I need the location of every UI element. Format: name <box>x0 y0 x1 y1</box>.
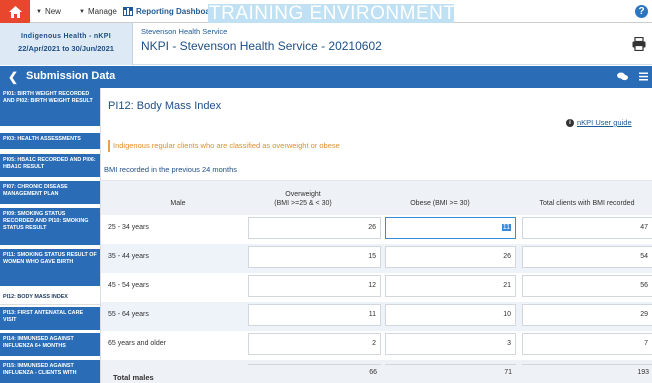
sidebar-item-pi07[interactable]: PI07: Chronic disease management plan <box>0 181 100 204</box>
dashboard-icon <box>123 7 133 16</box>
totals-row: Total males 66 71 193 <box>101 360 652 383</box>
total-input[interactable]: 7 <box>522 333 652 355</box>
overweight-input[interactable]: 11 <box>248 304 381 326</box>
table-row: 25 - 34 years 26 11 47 <box>101 215 652 244</box>
sidebar-item-pi09[interactable]: PI09: Smoking status recorded and PI10: … <box>0 208 100 245</box>
indicator-description: Indigenous regular clients who are class… <box>108 140 340 152</box>
table-row: 65 years and older 2 3 7 <box>101 331 652 360</box>
overweight-input[interactable]: 26 <box>248 217 381 239</box>
sidebar-item-pi05[interactable]: PI05: HbA1c recorded and PI06: HbA1c res… <box>0 154 100 177</box>
column-header-group: Male <box>170 200 186 207</box>
sidebar-item-pi12[interactable]: PI12: Body mass index <box>0 289 100 305</box>
reporting-dashboard-label: Reporting Dashboard <box>136 7 218 16</box>
row-label: 35 - 44 years <box>108 253 149 260</box>
new-menu[interactable]: ▼ New <box>36 0 61 23</box>
overweight-input[interactable]: 15 <box>248 246 381 268</box>
overweight-input[interactable]: 12 <box>248 275 381 297</box>
row-label: 65 years and older <box>108 340 166 347</box>
manage-menu-label: Manage <box>87 7 117 16</box>
section-title: Submission Data <box>26 70 116 82</box>
row-label: 25 - 34 years <box>108 224 149 231</box>
sidebar-item-pi13[interactable]: PI13: First antenatal care visit <box>0 307 100 330</box>
total-input[interactable]: 54 <box>522 246 652 268</box>
obese-input[interactable]: 10 <box>385 304 516 326</box>
indicator-sidebar: PI01: Birth weight recorded and PI02: Bi… <box>0 88 100 383</box>
hamburger-menu-icon[interactable] <box>639 72 648 81</box>
home-icon <box>8 5 22 18</box>
collection-name: Indigenous Health - nKPI <box>20 33 112 40</box>
sidebar-item-pi14[interactable]: PI14: Immunised against influenza 6+ mon… <box>0 333 100 356</box>
sidebar-item-pi11[interactable]: PI11: Smoking status result of women who… <box>0 249 100 286</box>
home-button[interactable] <box>0 0 30 23</box>
submission-title: NKPI - Stevenson Health Service - 202106… <box>141 39 382 53</box>
reporting-dashboard-button[interactable]: Reporting Dashboard <box>123 0 218 23</box>
new-menu-label: New <box>44 7 61 16</box>
manage-menu[interactable]: ▼ Manage <box>79 0 117 23</box>
collection-info: Indigenous Health - nKPI 22/Apr/2021 to … <box>0 23 133 65</box>
back-chevron-icon[interactable]: ❮ <box>8 70 18 84</box>
user-guide-link-label: nKPI User guide <box>577 118 632 127</box>
obese-input[interactable]: 26 <box>385 246 516 268</box>
sidebar-item-pi03[interactable]: PI03: Health assessments <box>0 133 100 149</box>
total-input[interactable]: 29 <box>522 304 652 326</box>
bmi-note: BMI recorded in the previous 24 months <box>104 165 237 174</box>
column-header-overweight: Overweight (BMI >=25 & < 30) <box>248 190 358 208</box>
totals-label: Total males <box>113 373 154 382</box>
row-label: 55 - 64 years <box>108 311 149 318</box>
organisation-name: Stevenson Health Service <box>141 27 228 36</box>
collection-period: 22/Apr/2021 to 30/Jun/2021 <box>18 44 114 53</box>
column-header-overweight-line1: Overweight <box>285 191 321 198</box>
total-input[interactable]: 47 <box>522 217 652 239</box>
submission-header: Indigenous Health - nKPI 22/Apr/2021 to … <box>0 23 652 65</box>
total-input[interactable]: 56 <box>522 275 652 297</box>
user-guide-link[interactable]: i nKPI User guide <box>566 118 632 127</box>
total-obese-value: 71 <box>385 364 516 383</box>
obese-input-value: 11 <box>501 224 511 231</box>
row-label: 45 - 54 years <box>108 282 149 289</box>
caret-down-icon: ▼ <box>36 8 42 15</box>
total-clients-value: 193 <box>522 364 652 383</box>
sidebar-item-pi01[interactable]: PI01: Birth weight recorded and PI02: Bi… <box>0 88 100 126</box>
info-icon: i <box>566 118 574 127</box>
main-content: PI12: Body Mass Index i nKPI User guide … <box>100 88 652 383</box>
table-row: 35 - 44 years 15 26 54 <box>101 244 652 273</box>
submission-info: Stevenson Health Service NKPI - Stevenso… <box>141 27 382 53</box>
training-environment-banner: TRAINING ENVIRONMENT <box>208 3 456 24</box>
caret-down-icon: ▼ <box>79 8 85 15</box>
section-bar: ❮ Submission Data <box>0 66 652 88</box>
column-header-obese: Obese (BMI >= 30) <box>410 200 470 207</box>
print-icon[interactable] <box>632 37 646 51</box>
obese-input[interactable]: 11 <box>385 217 516 239</box>
help-icon[interactable]: ? <box>635 5 648 18</box>
page-title: PI12: Body Mass Index <box>108 100 222 112</box>
column-header-overweight-line2: (BMI >=25 & < 30) <box>274 200 332 207</box>
total-overweight-value: 66 <box>248 364 381 383</box>
top-toolbar: ▼ New ▼ Manage Reporting Dashboard TRAIN… <box>0 0 652 23</box>
table-header: Male Overweight (BMI >=25 & < 30) Obese … <box>101 181 652 215</box>
table-row: 55 - 64 years 11 10 29 <box>101 302 652 331</box>
overweight-input[interactable]: 2 <box>248 333 381 355</box>
column-header-total: Total clients with BMI recorded <box>539 200 635 207</box>
comments-icon[interactable] <box>617 72 628 81</box>
table-row: 45 - 54 years 12 21 56 <box>101 273 652 302</box>
sidebar-item-pi15[interactable]: PI15: Immunised against influenza - clie… <box>0 360 100 383</box>
obese-input[interactable]: 21 <box>385 275 516 297</box>
obese-input[interactable]: 3 <box>385 333 516 355</box>
